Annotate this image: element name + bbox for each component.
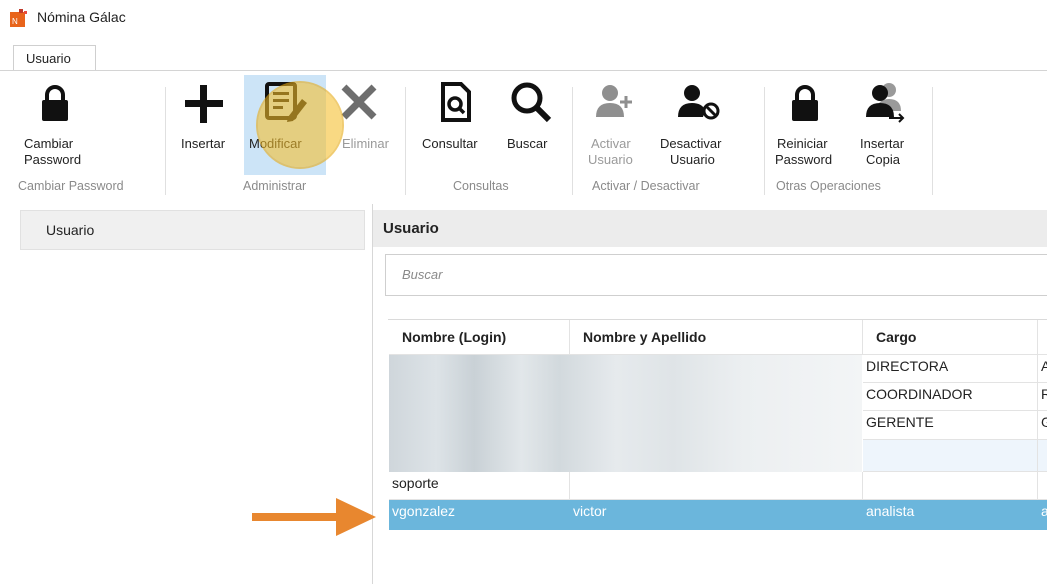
group-separator — [932, 87, 933, 195]
user-block-icon — [678, 85, 720, 120]
reiniciar-password-button[interactable]: Reiniciar Password — [775, 75, 850, 175]
group-label-administrar: Administrar — [243, 179, 307, 193]
cell-extra: G — [1038, 411, 1047, 440]
content-header: Usuario — [373, 210, 1047, 247]
cell-cargo — [863, 472, 1038, 500]
column-header-extra[interactable]: E — [1038, 320, 1047, 355]
tab-usuario[interactable]: Usuario — [13, 45, 96, 71]
insertar-copia-label-1: Insertar — [860, 136, 905, 151]
activar-usuario-button[interactable]: Activar Usuario — [588, 75, 646, 175]
buscar-label: Buscar — [507, 136, 548, 151]
reiniciar-label-1: Reiniciar — [777, 136, 828, 151]
activar-label-1: Activar — [591, 136, 631, 151]
table-row[interactable]: GERENTE G — [389, 411, 1047, 440]
group-label-cambiar-password: Cambiar Password — [18, 179, 124, 193]
group-separator — [572, 87, 573, 195]
page-title: Usuario — [383, 220, 439, 237]
lock-icon — [792, 85, 818, 121]
cell-extra: R — [1038, 383, 1047, 411]
ribbon-tab-strip: Usuario — [0, 34, 1047, 71]
desactivar-label-2: Usuario — [670, 152, 715, 167]
ribbon: Cambiar Password Cambiar Password Insert… — [0, 71, 1047, 204]
cell-extra — [1038, 472, 1047, 500]
sidebar-item-usuario[interactable]: Usuario — [20, 210, 365, 250]
cell-cargo — [863, 440, 1038, 472]
buscar-button[interactable]: Buscar — [506, 75, 562, 175]
cell-extra — [1038, 440, 1047, 472]
column-header-login[interactable]: Nombre (Login) — [389, 320, 570, 355]
consultar-button[interactable]: Consultar — [420, 75, 500, 175]
mouse-cursor-highlight — [258, 83, 342, 167]
cell-cargo: COORDINADOR — [863, 383, 1038, 411]
cell-cargo: DIRECTORA — [863, 355, 1038, 383]
lock-icon — [42, 85, 68, 121]
reiniciar-label-2: Password — [775, 152, 833, 167]
user-add-icon — [596, 85, 632, 117]
consultar-label: Consultar — [422, 136, 478, 151]
column-header-nombre-apellido[interactable]: Nombre y Apellido — [570, 320, 863, 355]
insertar-copia-label-2: Copia — [866, 152, 900, 167]
app-logo-icon: N — [10, 9, 27, 27]
group-separator — [405, 87, 406, 195]
insertar-button[interactable]: Insertar — [178, 75, 244, 175]
group-label-otras-operaciones: Otras Operaciones — [776, 179, 881, 193]
window-title: Nómina Gálac — [37, 9, 126, 25]
content-panel: Usuario Buscar Nombre (Login) Nombre y A… — [372, 204, 1047, 584]
eliminar-label: Eliminar — [342, 136, 389, 151]
magnifier-icon — [511, 82, 552, 123]
table-row[interactable]: COORDINADOR R — [389, 383, 1047, 411]
group-label-consultas: Consultas — [453, 179, 509, 193]
column-header-cargo[interactable]: Cargo — [863, 320, 1038, 355]
cambiar-password-button[interactable]: Cambiar Password — [20, 75, 100, 175]
document-search-icon — [441, 82, 471, 122]
cell-nombre — [570, 472, 863, 500]
svg-text:N: N — [12, 17, 18, 26]
cambiar-password-label-2: Password — [24, 152, 82, 167]
table-row-selected[interactable]: vgonzalez victor analista a — [389, 500, 1047, 530]
sidebar-item-label: Usuario — [46, 222, 95, 238]
cell-login: soporte — [389, 472, 570, 500]
plus-icon — [185, 85, 223, 123]
group-label-activar-desactivar: Activar / Desactivar — [592, 179, 700, 193]
cell-extra: A — [1038, 355, 1047, 383]
insertar-label: Insertar — [181, 136, 226, 151]
activar-label-2: Usuario — [588, 152, 633, 167]
x-icon — [341, 84, 377, 120]
cell-cargo: GERENTE — [863, 411, 1038, 440]
desactivar-label-1: Desactivar — [660, 136, 722, 151]
search-placeholder: Buscar — [402, 267, 443, 282]
cell-cargo: analista — [863, 500, 1038, 530]
table-header: Nombre (Login) Nombre y Apellido Cargo E — [389, 320, 1047, 355]
table-row[interactable]: DIRECTORA A — [389, 355, 1047, 383]
users-table: Nombre (Login) Nombre y Apellido Cargo E… — [388, 319, 1047, 530]
users-copy-icon — [866, 83, 905, 123]
table-row[interactable]: soporte — [389, 472, 1047, 500]
cell-extra: a — [1038, 500, 1047, 530]
cell-nombre: victor — [570, 500, 863, 530]
title-bar: N Nómina Gálac — [0, 0, 1047, 34]
group-separator — [764, 87, 765, 195]
cell-login: vgonzalez — [389, 500, 570, 530]
group-separator — [165, 87, 166, 195]
cambiar-password-label-1: Cambiar — [24, 136, 74, 151]
search-input[interactable]: Buscar — [385, 254, 1047, 296]
insertar-copia-button[interactable]: Insertar Copia — [857, 75, 923, 175]
table-row[interactable] — [389, 440, 1047, 472]
desactivar-usuario-button[interactable]: Desactivar Usuario — [658, 75, 738, 175]
annotation-arrow-icon — [252, 498, 376, 536]
